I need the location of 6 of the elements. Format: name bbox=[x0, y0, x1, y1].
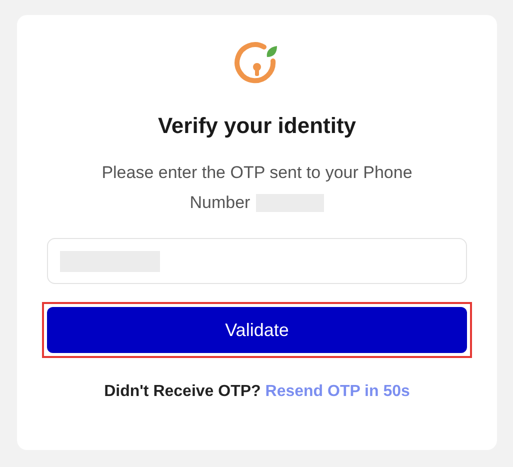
resend-prompt: Didn't Receive OTP? bbox=[104, 383, 261, 400]
validate-button[interactable]: Validate bbox=[47, 307, 467, 353]
otp-input-field[interactable] bbox=[47, 238, 467, 284]
page-title: Verify your identity bbox=[158, 112, 356, 140]
instruction-text: Please enter the OTP sent to your Phone bbox=[102, 162, 412, 184]
instruction-text: Number bbox=[190, 192, 250, 214]
